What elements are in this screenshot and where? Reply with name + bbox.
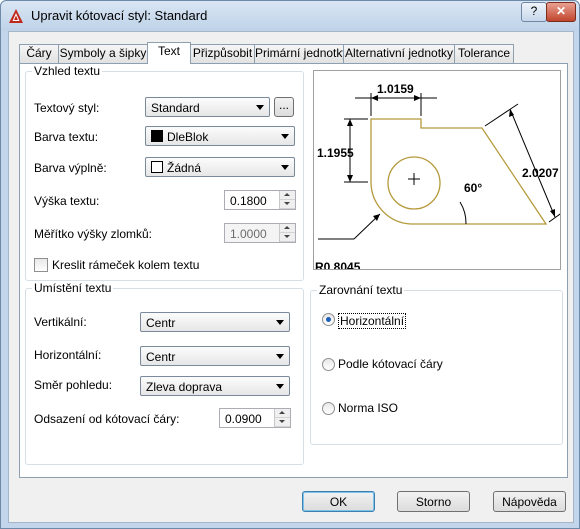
tab-fit[interactable]: Přizpůsobit bbox=[190, 44, 255, 63]
preview-drawing: 1.0159 1.1955 2.0207 60° R0.8045 bbox=[315, 82, 564, 274]
offset-spinner[interactable]: 0.0900 bbox=[219, 408, 291, 428]
preview-dim-angle: 60° bbox=[464, 181, 482, 195]
preview-dim-left: 1.1955 bbox=[317, 146, 354, 160]
window-title: Upravit kótovací styl: Standard bbox=[31, 8, 208, 23]
text-appearance-title: Vzhled textu bbox=[32, 64, 103, 78]
chevron-down-icon bbox=[276, 354, 284, 359]
offset-label: Odsazení od kótovací čáry: bbox=[34, 412, 180, 426]
vertical-combo[interactable]: Centr bbox=[140, 312, 290, 332]
chevron-down-icon bbox=[281, 134, 289, 139]
tab-primary-units[interactable]: Primární jednotky bbox=[254, 44, 348, 63]
ok-button[interactable]: OK bbox=[302, 491, 375, 512]
spin-down-icon bbox=[280, 233, 295, 242]
radio-iso-label[interactable]: Norma ISO bbox=[338, 401, 398, 415]
chevron-down-icon bbox=[276, 384, 284, 389]
spin-down-icon[interactable] bbox=[280, 200, 295, 209]
spin-up-icon[interactable] bbox=[275, 409, 290, 418]
horizontal-combo[interactable]: Centr bbox=[140, 346, 290, 366]
preview-dim-radius: R0.8045 bbox=[315, 260, 361, 269]
fraction-scale-spinner: 1.0000 bbox=[224, 223, 296, 243]
text-color-combo[interactable]: DleBlok bbox=[145, 126, 295, 146]
spinner-buttons[interactable] bbox=[279, 191, 295, 209]
chevron-down-icon bbox=[256, 105, 264, 110]
text-height-value: 0.1800 bbox=[230, 194, 267, 208]
dialog-window: Upravit kótovací styl: Standard ? ✕ Čáry… bbox=[0, 0, 580, 529]
tab-symbols-arrows[interactable]: Symboly a šipky bbox=[58, 44, 148, 63]
spin-up-icon[interactable] bbox=[280, 191, 295, 200]
view-direction-label: Směr pohledu: bbox=[34, 378, 113, 392]
tab-tolerances[interactable]: Tolerance bbox=[454, 44, 514, 63]
view-direction-value: Zleva doprava bbox=[146, 380, 223, 394]
close-button[interactable]: ✕ bbox=[546, 2, 576, 22]
text-color-label: Barva textu: bbox=[34, 130, 99, 144]
spin-up-icon bbox=[280, 224, 295, 233]
radio-horizontal-label[interactable]: Horizontální bbox=[338, 313, 407, 329]
offset-value: 0.0900 bbox=[225, 412, 262, 426]
view-direction-combo[interactable]: Zleva doprava bbox=[140, 376, 290, 396]
text-color-value: DleBlok bbox=[167, 130, 209, 144]
preview-dim-top: 1.0159 bbox=[377, 82, 414, 96]
spinner-buttons bbox=[279, 224, 295, 242]
tab-text[interactable]: Text bbox=[147, 42, 191, 64]
spin-down-icon[interactable] bbox=[275, 418, 290, 427]
text-alignment-title: Zarovnání textu bbox=[317, 283, 405, 297]
chevron-down-icon bbox=[281, 165, 289, 170]
preview-part-outline bbox=[370, 118, 548, 225]
radio-aligned-label[interactable]: Podle kótovací čáry bbox=[338, 357, 443, 371]
text-placement-group: Umístění textu Vertikální: Centr Horizon… bbox=[25, 281, 304, 465]
vertical-label: Vertikální: bbox=[34, 315, 87, 329]
dialog-client: Čáry Symboly a šipky Text Přizpůsobit Pr… bbox=[8, 31, 574, 523]
tab-lines[interactable]: Čáry bbox=[19, 44, 59, 63]
fill-color-label: Barva výplně: bbox=[34, 161, 107, 175]
fill-color-combo[interactable]: Žádná bbox=[145, 157, 295, 177]
text-height-spinner[interactable]: 0.1800 bbox=[224, 190, 296, 210]
autocad-logo-icon bbox=[9, 9, 23, 23]
preview-dim-right: 2.0207 bbox=[522, 166, 559, 180]
draw-frame-checkbox[interactable] bbox=[34, 258, 48, 272]
chevron-down-icon bbox=[276, 320, 284, 325]
radio-horizontal[interactable] bbox=[322, 313, 335, 326]
draw-frame-label[interactable]: Kreslit rámeček kolem textu bbox=[52, 258, 199, 272]
radio-iso-standard[interactable] bbox=[322, 402, 335, 415]
spinner-buttons[interactable] bbox=[274, 409, 290, 427]
horizontal-value: Centr bbox=[146, 350, 176, 364]
fraction-scale-label: Měřítko výšky zlomků: bbox=[34, 227, 153, 241]
text-style-browse-button[interactable]: ... bbox=[274, 97, 294, 117]
fill-color-value: Žádná bbox=[167, 161, 202, 175]
text-style-label: Textový styl: bbox=[34, 101, 100, 115]
text-height-label: Výška textu: bbox=[34, 194, 100, 208]
text-appearance-group: Vzhled textu Textový styl: Standard ... … bbox=[25, 64, 304, 281]
color-swatch-icon bbox=[151, 161, 163, 173]
title-bar[interactable]: Upravit kótovací styl: Standard ? ✕ bbox=[1, 1, 579, 31]
dimension-preview: 1.0159 1.1955 2.0207 60° R0.8045 bbox=[313, 70, 564, 274]
fraction-scale-value: 1.0000 bbox=[230, 227, 267, 241]
tab-page-text: Vzhled textu Textový styl: Standard ... … bbox=[19, 63, 568, 478]
radio-aligned-with-dim-line[interactable] bbox=[322, 358, 335, 371]
color-swatch-icon bbox=[151, 130, 163, 142]
text-style-value: Standard bbox=[151, 101, 200, 115]
tab-alternate-units[interactable]: Alternativní jednotky bbox=[343, 44, 455, 63]
help-button[interactable]: Nápověda bbox=[493, 491, 566, 512]
help-title-button[interactable]: ? bbox=[521, 2, 547, 22]
vertical-value: Centr bbox=[146, 316, 176, 330]
text-placement-title: Umístění textu bbox=[32, 281, 114, 295]
text-alignment-group: Zarovnání textu Horizontální Podle kótov… bbox=[310, 283, 563, 445]
horizontal-label: Horizontální: bbox=[34, 348, 102, 362]
cancel-button[interactable]: Storno bbox=[397, 491, 470, 512]
text-style-combo[interactable]: Standard bbox=[145, 97, 270, 117]
